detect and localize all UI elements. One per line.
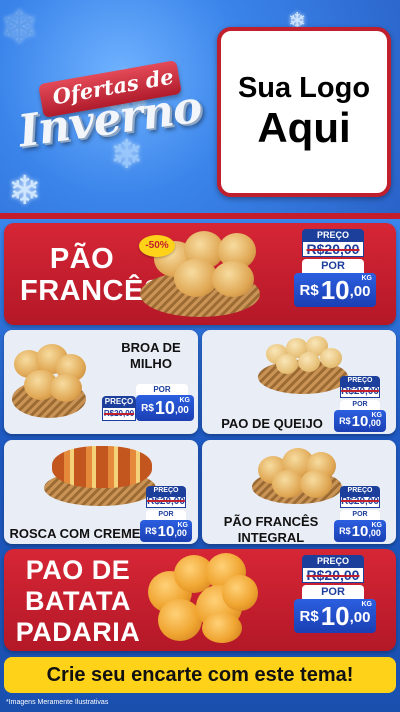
- preco-label: PREÇO: [302, 229, 364, 241]
- old-price: R$20,00: [340, 386, 380, 398]
- unit-label: KG: [179, 397, 191, 404]
- old-price: R$20,00: [102, 407, 136, 421]
- price-cents: ,00: [349, 283, 371, 300]
- logo-text-line2: Aqui: [257, 103, 351, 151]
- logo-text-line1: Sua Logo: [237, 71, 371, 104]
- product-name-line: FRANCÊS: [20, 275, 164, 307]
- product-name-line: PAO DE: [25, 555, 131, 585]
- new-price: R$ 10 ,00 KG: [140, 520, 192, 542]
- price-cents: ,00: [174, 528, 187, 538]
- unit-label: KG: [361, 601, 373, 608]
- currency-symbol: R$: [299, 607, 319, 625]
- price-cents: ,00: [368, 418, 381, 428]
- old-price: R$20,00: [302, 567, 364, 583]
- currency-symbol: R$: [339, 526, 351, 536]
- por-label: POR: [340, 510, 380, 520]
- potato-roll-image: [202, 613, 242, 643]
- product-card-pao-de-queijo[interactable]: PAO DE QUEIJO PREÇO R$20,00 POR R$ 10 ,0…: [202, 330, 396, 434]
- unit-label: KG: [371, 522, 383, 529]
- discount-badge: -50%: [139, 235, 175, 257]
- old-price: R$20,00: [340, 496, 380, 508]
- featured-product-pao-frances[interactable]: PÃO FRANCÊS -50% PREÇO R$20,00 POR R$ 10…: [4, 223, 396, 325]
- price-integer: 10: [351, 522, 369, 540]
- price-integer: 10: [320, 274, 350, 305]
- product-name-line: PADARIA: [15, 617, 141, 647]
- unit-label: KG: [177, 522, 189, 529]
- header: ❄ ❄ ❄ ❄ ❄ Ofertas de Inverno Sua Logo Aq…: [0, 0, 400, 215]
- currency-symbol: R$: [145, 526, 157, 536]
- rosca-image: [52, 446, 152, 488]
- price-tag: PREÇO R$20,00 POR R$ 10 ,00 KG: [334, 486, 386, 542]
- price-cents: ,00: [368, 528, 381, 538]
- new-price: R$ 10 ,00 KG: [334, 410, 386, 432]
- product-name: PÃO FRANCÊS INTEGRAL: [220, 514, 322, 546]
- currency-symbol: R$: [339, 416, 351, 426]
- old-price: R$20,00: [302, 241, 364, 257]
- product-card-broa-de-milho[interactable]: BROA DE MILHO PREÇO R$20,00 POR R$ 10 ,0…: [4, 330, 198, 434]
- new-price: R$ 10 ,00 KG: [334, 520, 386, 542]
- price-integer: 10: [157, 522, 175, 540]
- preco-label: PREÇO: [340, 486, 380, 496]
- cheese-bread-image: [320, 348, 342, 368]
- product-name: PAO DE BATATA PADARIA: [12, 555, 144, 648]
- product-name-line: INTEGRAL: [237, 530, 305, 545]
- currency-symbol: R$: [141, 402, 154, 414]
- snowflake-icon: ❄: [0, 1, 39, 53]
- product-name: PÃO FRANCÊS: [20, 243, 164, 307]
- product-card-pao-frances-integral[interactable]: PÃO FRANCÊS INTEGRAL PREÇO R$20,00 POR R…: [202, 440, 396, 546]
- price-row: PREÇO R$20,00 POR R$ 10 ,00 KG: [100, 382, 194, 421]
- broa-image: [50, 374, 82, 402]
- disclaimer: *Imagens Meramente Ilustrativas: [6, 699, 109, 706]
- price-tag: PREÇO R$20,00 POR R$ 10 ,00 KG: [100, 382, 194, 421]
- product-name: PAO DE QUEIJO: [221, 416, 323, 431]
- old-price-group: PREÇO R$20,00: [100, 396, 136, 421]
- product-name: BROA DE MILHO: [108, 340, 194, 372]
- bread-image: [300, 470, 332, 498]
- price-tag: PREÇO R$20,00 POR R$ 10 ,00 KG: [334, 376, 386, 432]
- por-label: POR: [340, 400, 380, 410]
- new-price-group: POR R$ 10 ,00 KG: [136, 382, 194, 421]
- product-name-line: BATATA: [25, 586, 131, 616]
- cheese-bread-image: [298, 352, 320, 372]
- product-name-line: BROA DE: [121, 340, 181, 355]
- por-label: POR: [302, 585, 364, 599]
- price-integer: 10: [351, 412, 369, 430]
- product-name: ROSCA COM CREME: [9, 526, 141, 541]
- logo-placeholder[interactable]: Sua Logo Aqui: [217, 27, 391, 197]
- featured-product-pao-de-batata[interactable]: PAO DE BATATA PADARIA PREÇO R$20,00 POR …: [4, 549, 396, 651]
- por-label: POR: [302, 259, 364, 273]
- preco-label: PREÇO: [340, 376, 380, 386]
- price-tag: PREÇO R$20,00 POR R$ 10 ,00 KG: [140, 486, 192, 542]
- unit-label: KG: [371, 412, 383, 419]
- currency-symbol: R$: [299, 281, 319, 299]
- preco-label: PREÇO: [102, 396, 136, 407]
- por-label: POR: [146, 510, 186, 520]
- por-label: POR: [136, 384, 188, 395]
- preco-label: PREÇO: [146, 486, 186, 496]
- price-tag: PREÇO R$20,00 POR R$ 10 ,00 KG: [294, 229, 376, 307]
- bread-image: [212, 261, 254, 297]
- product-name-line: PÃO: [49, 243, 115, 275]
- price-integer: 10: [320, 600, 350, 631]
- old-price: R$20,00: [146, 496, 186, 508]
- price-cents: ,00: [174, 405, 189, 416]
- price-integer: 10: [154, 397, 175, 418]
- product-name-line: MILHO: [130, 356, 172, 371]
- new-price: R$ 10 ,00 KG: [294, 273, 376, 307]
- potato-roll-image: [222, 575, 258, 611]
- price-tag: PREÇO R$20,00 POR R$ 10 ,00 KG: [294, 555, 376, 633]
- cta-banner[interactable]: Crie seu encarte com este tema!: [4, 657, 396, 693]
- divider: [0, 213, 400, 219]
- new-price: R$ 10 ,00 KG: [294, 599, 376, 633]
- cheese-bread-image: [276, 354, 298, 374]
- preco-label: PREÇO: [302, 555, 364, 567]
- flyer-page: ❄ ❄ ❄ ❄ ❄ Ofertas de Inverno Sua Logo Aq…: [0, 0, 400, 712]
- product-name-line: PÃO FRANCÊS: [223, 514, 319, 529]
- product-card-rosca-com-creme[interactable]: ROSCA COM CREME PREÇO R$20,00 POR R$ 10 …: [4, 440, 198, 544]
- price-cents: ,00: [349, 609, 371, 626]
- snowflake-icon: ❄: [8, 169, 42, 213]
- new-price: R$ 10 ,00 KG: [136, 395, 194, 421]
- unit-label: KG: [361, 275, 373, 282]
